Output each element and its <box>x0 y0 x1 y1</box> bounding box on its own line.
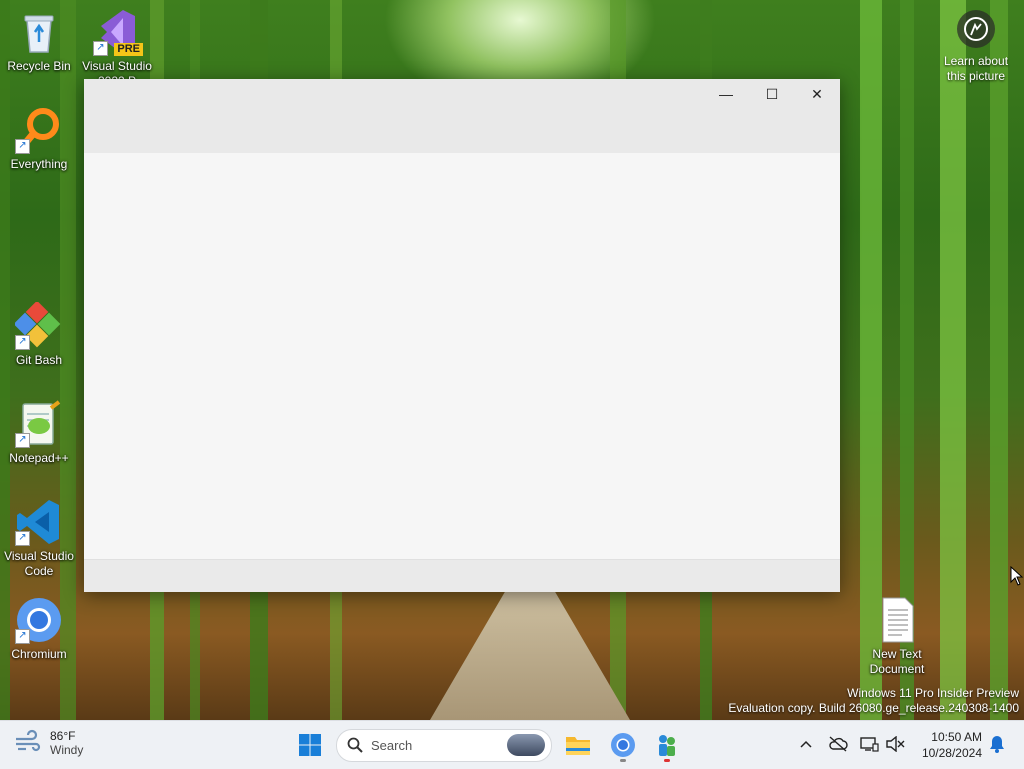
onedrive-tray[interactable] <box>827 733 849 755</box>
pre-badge: PRE <box>114 43 143 56</box>
search-icon <box>347 737 363 758</box>
weather-widget[interactable]: 86°F Windy <box>14 729 83 758</box>
maximize-button[interactable]: ☐ <box>749 79 795 109</box>
shortcut-arrow-icon: ↗ <box>15 335 30 350</box>
window-content-area <box>84 153 840 559</box>
search-highlight-icon <box>507 734 545 756</box>
volume-tray[interactable] <box>884 733 906 755</box>
close-button[interactable]: ✕ <box>794 79 840 109</box>
shortcut-arrow-icon: ↗ <box>15 531 30 546</box>
taskbar: 86°F Windy Search 10:50 AM 10/28/2024 <box>0 720 1024 769</box>
bell-icon <box>990 736 1004 753</box>
shortcut-arrow-icon: ↗ <box>15 139 30 154</box>
notepad-plus-plus-icon: ↗ <box>15 400 63 448</box>
running-indicator <box>620 759 626 762</box>
show-hidden-icons-button[interactable] <box>795 733 817 755</box>
app-window[interactable]: — ☐ ✕ <box>84 79 840 592</box>
recycle-bin-icon <box>15 8 63 56</box>
window-titlebar[interactable]: — ☐ ✕ <box>84 79 840 153</box>
watermark-edition: Windows 11 Pro Insider Preview <box>847 686 1019 700</box>
git-bash-icon: ↗ <box>13 300 63 350</box>
desktop-icon-recycle-bin[interactable]: Recycle Bin <box>0 8 78 74</box>
desktop-icon-label: New Text Document <box>869 647 925 676</box>
chromium-icon <box>611 733 635 757</box>
window-footer <box>84 559 840 592</box>
spotlight-camera-icon <box>957 10 995 48</box>
text-document-icon <box>873 596 921 644</box>
windows-logo-icon <box>299 734 321 756</box>
folder-icon <box>566 737 590 755</box>
wallpaper-path <box>430 590 630 720</box>
taskbar-app[interactable] <box>649 727 685 763</box>
taskbar-chromium[interactable] <box>605 727 641 763</box>
everything-search-icon: ↗ <box>15 106 63 154</box>
vscode-icon: ↗ <box>15 498 63 546</box>
desktop-icon-visual-studio[interactable]: PRE ↗ Visual Studio 2022 P <box>78 8 156 80</box>
desktop-icon-git-bash[interactable]: ↗ Git Bash <box>0 300 78 368</box>
desktop-icon-everything[interactable]: ↗ Everything <box>0 106 78 172</box>
start-button[interactable] <box>292 727 328 763</box>
windows-watermark: Windows 11 Pro Insider Preview Evaluatio… <box>728 686 1019 716</box>
desktop-icon-label: Chromium <box>11 647 67 661</box>
shortcut-arrow-icon: ↗ <box>93 41 108 56</box>
running-indicator <box>664 759 670 762</box>
search-placeholder: Search <box>371 738 413 753</box>
learn-about-label: Learn about this picture <box>943 54 1009 83</box>
desktop-icon-label: Visual Studio Code <box>4 549 74 578</box>
speaker-muted-icon <box>886 736 905 752</box>
desktop-icon-vscode[interactable]: ↗ Visual Studio Code <box>0 498 78 579</box>
taskbar-file-explorer[interactable] <box>560 727 596 763</box>
taskbar-clock[interactable]: 10:50 AM 10/28/2024 <box>922 729 982 761</box>
notifications-button[interactable] <box>986 733 1008 755</box>
wind-icon <box>14 729 42 758</box>
minimize-button[interactable]: — <box>703 79 749 109</box>
desktop-icon-label: Recycle Bin <box>7 59 71 73</box>
desktop-icon-label: Notepad++ <box>9 451 69 465</box>
desktop-icon-label: Everything <box>10 157 68 171</box>
weather-condition: Windy <box>50 743 84 757</box>
watermark-build: Evaluation copy. Build 26080.ge_release.… <box>728 701 1019 715</box>
desktop-icon-label: Visual Studio 2022 P <box>82 59 152 80</box>
visual-studio-icon: PRE ↗ <box>93 8 143 56</box>
network-tray[interactable] <box>858 733 880 755</box>
learn-about-picture[interactable]: Learn about this picture <box>934 10 1018 84</box>
chevron-up-icon <box>800 740 812 748</box>
clock-date: 10/28/2024 <box>921 746 982 760</box>
shortcut-arrow-icon: ↗ <box>15 433 30 448</box>
taskbar-search-box[interactable]: Search <box>336 729 552 762</box>
app-people-icon <box>659 735 675 756</box>
desktop-icon-chromium[interactable]: ↗ Chromium <box>0 596 78 662</box>
network-icon <box>860 737 879 752</box>
chromium-icon: ↗ <box>15 596 63 644</box>
clock-time: 10:50 AM <box>931 730 982 744</box>
desktop-icon-notepad-plus-plus[interactable]: ↗ Notepad++ <box>0 400 78 466</box>
desktop-icon-new-text-document[interactable]: New Text Document <box>858 596 936 677</box>
cloud-off-icon <box>829 736 848 752</box>
desktop-icon-label: Git Bash <box>15 353 63 367</box>
shortcut-arrow-icon: ↗ <box>15 629 30 644</box>
mouse-cursor-icon <box>1010 565 1024 591</box>
weather-temperature: 86°F <box>50 729 76 743</box>
